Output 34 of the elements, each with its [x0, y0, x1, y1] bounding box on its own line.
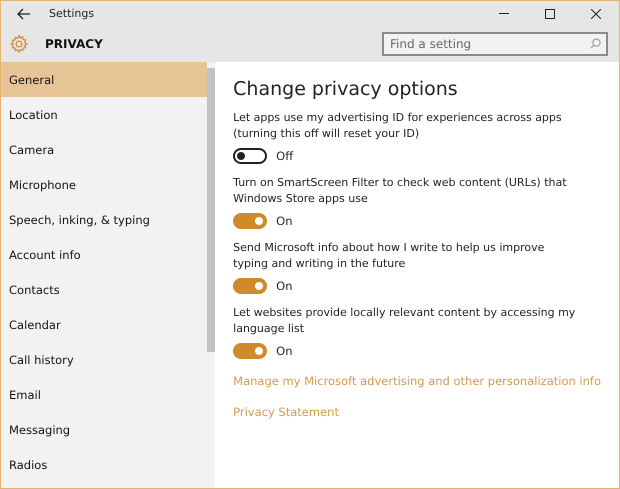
sidebar-item[interactable]: Calendar	[1, 307, 206, 342]
gear-icon	[9, 34, 29, 54]
toggle-switch[interactable]	[233, 278, 268, 294]
sidebar-item[interactable]: Email	[1, 377, 206, 412]
toggle-state: On	[276, 214, 292, 228]
search-icon	[590, 38, 601, 49]
page-title: PRIVACY	[45, 37, 104, 51]
maximize-icon	[545, 8, 555, 18]
sidebar-item[interactable]: Speech, inking, & typing	[1, 202, 206, 237]
toggle-state: On	[276, 344, 292, 358]
close-icon	[591, 8, 601, 18]
sidebar-item[interactable]: Radios	[1, 447, 206, 482]
setting-label: Send Microsoft info about how I write to help us improve typing and writing in the future	[233, 240, 546, 272]
sidebar-item[interactable]: Account info	[1, 237, 206, 272]
sidebar-item[interactable]: Location	[1, 97, 206, 132]
section-heading: Change privacy options	[233, 78, 458, 100]
setting-label: Turn on SmartScreen Filter to check web content (URLs) that Windows Store apps use	[233, 175, 568, 207]
back-arrow-icon	[17, 8, 31, 20]
toggle-switch[interactable]	[233, 148, 268, 164]
minimize-icon	[499, 12, 509, 14]
window-title: Settings	[49, 7, 96, 20]
toggle-state: On	[276, 279, 292, 293]
sidebar-item[interactable]: Call history	[1, 342, 206, 377]
sidebar-item[interactable]: General	[1, 62, 206, 97]
sidebar-item[interactable]: Camera	[1, 132, 206, 167]
sidebar-item[interactable]: Contacts	[1, 272, 206, 307]
toggle-state: Off	[276, 149, 294, 163]
toggle-switch[interactable]	[233, 213, 268, 229]
search-field[interactable]: Find a setting	[382, 32, 608, 56]
toggle-switch[interactable]	[233, 343, 268, 359]
setting-label: Let websites provide locally relevant content by accessing my language list	[233, 305, 576, 337]
sidebar-item[interactable]: Microphone	[1, 167, 206, 202]
setting-label: Let apps use my advertising ID for experiences across apps (turning this off will reset your ID)	[233, 110, 563, 142]
sidebar-item[interactable]: Messaging	[1, 412, 206, 447]
